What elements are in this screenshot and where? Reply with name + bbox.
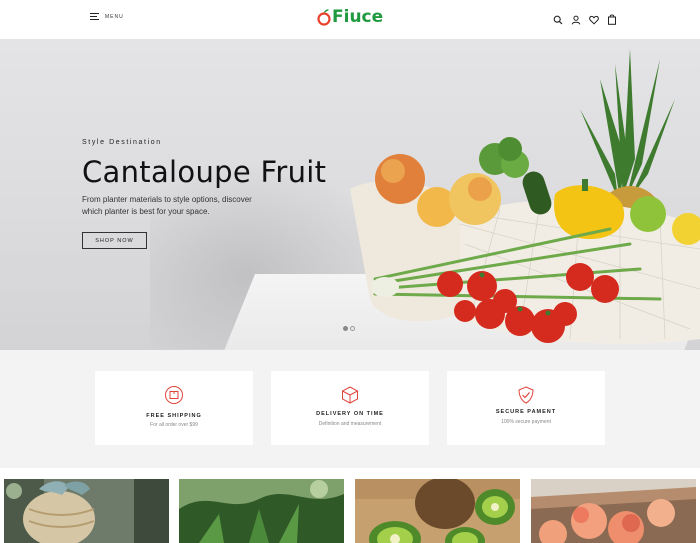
- slider-dot-2[interactable]: [350, 326, 355, 331]
- feature-title: FREE SHIPPING: [146, 413, 202, 419]
- hero-kicker: Style Destination: [82, 139, 162, 146]
- product-strip: [0, 468, 700, 543]
- site-logo[interactable]: Fiuce: [317, 8, 383, 26]
- hamburger-icon: [90, 13, 99, 20]
- feature-secure-payment: SECURE PAMENT 100% secure payment: [447, 371, 605, 445]
- slider-dots: [343, 326, 355, 331]
- feature-subtitle: For all order over $99: [150, 422, 198, 428]
- header-icons: [552, 14, 617, 25]
- product-card-strawberries[interactable]: [179, 479, 344, 543]
- shipping-box-icon: [165, 386, 183, 404]
- menu-label: MENU: [105, 13, 124, 20]
- heart-icon[interactable]: [588, 14, 599, 25]
- slider-dot-1[interactable]: [343, 326, 348, 331]
- menu-button[interactable]: MENU: [90, 13, 124, 20]
- product-image: [355, 479, 520, 543]
- feature-subtitle: 100% secure payment: [501, 419, 551, 425]
- hero-produce-image: [350, 49, 700, 344]
- search-icon[interactable]: [552, 14, 563, 25]
- product-card-peaches[interactable]: [531, 479, 696, 543]
- hero-title: Cantaloupe Fruit: [82, 155, 327, 189]
- logo-fruit-icon: [317, 9, 331, 26]
- feature-free-shipping: FREE SHIPPING For all order over $99: [95, 371, 253, 445]
- feature-title: SECURE PAMENT: [495, 409, 557, 415]
- feature-delivery-on-time: DELIVERY ON TIME Definition and measurem…: [271, 371, 429, 445]
- user-icon[interactable]: [570, 14, 581, 25]
- package-icon: [342, 386, 358, 404]
- hero-description: From planter materials to style options,…: [82, 195, 252, 216]
- hero-content: Style Destination Cantaloupe Fruit From …: [82, 139, 342, 249]
- product-card-vase[interactable]: [4, 479, 169, 543]
- bag-icon[interactable]: [606, 14, 617, 25]
- features-band: FREE SHIPPING For all order over $99 DEL…: [0, 350, 700, 468]
- product-image: [179, 479, 344, 543]
- product-image: [4, 479, 169, 543]
- logo-text: Fiuce: [332, 7, 384, 27]
- hero-banner: Style Destination Cantaloupe Fruit From …: [0, 39, 700, 350]
- site-header: MENU Fiuce: [0, 0, 700, 39]
- product-image: [531, 479, 696, 543]
- feature-title: DELIVERY ON TIME: [316, 411, 384, 417]
- product-card-kiwi[interactable]: [355, 479, 520, 543]
- feature-subtitle: Definition and measurement: [318, 421, 382, 427]
- shop-now-button[interactable]: SHOP NOW: [82, 232, 147, 249]
- shield-check-icon: [518, 386, 534, 404]
